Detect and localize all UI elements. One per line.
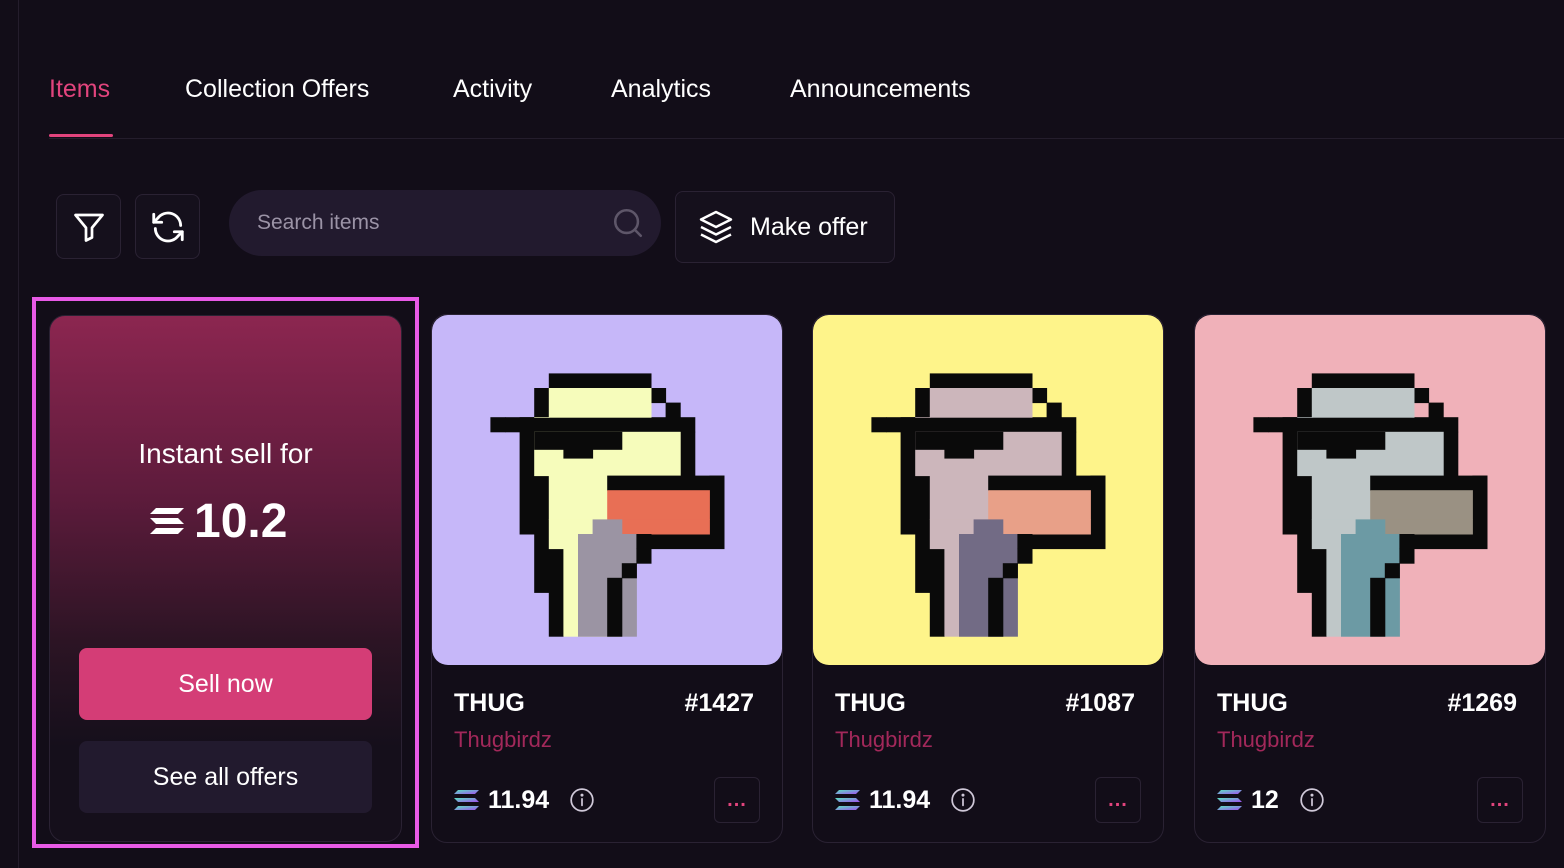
sell-now-button[interactable]: Sell now [79,648,372,720]
instant-sell-title: Instant sell for [138,438,313,469]
instant-sell-price: 10.2 [150,494,288,548]
nft-price: 11.94 [869,785,931,814]
nft-id: #1269 [1447,689,1517,717]
nft-price: 12 [1251,785,1279,814]
make-offer-button[interactable]: Make offer [675,191,895,263]
nft-price-row: 12 [1217,785,1325,815]
nft-name: THUG [835,689,906,717]
tab-analytics[interactable]: Analytics [611,74,711,104]
solana-icon [835,790,860,810]
nft-artwork [813,315,1163,665]
more-options-button[interactable]: ... [714,777,760,823]
nft-card[interactable]: THUG #1269 Thugbirdz 12 ... [1194,314,1546,843]
info-icon[interactable] [1299,787,1325,813]
info-icon[interactable] [950,787,976,813]
nft-collection-link[interactable]: Thugbirdz [454,727,552,753]
tab-bar: Items Collection Offers Activity Analyti… [49,0,1564,139]
nft-card[interactable]: THUG #1087 Thugbirdz 11.94 ... [812,314,1164,843]
nft-price-row: 11.94 [835,785,976,815]
left-divider [18,0,19,868]
nft-collection-link[interactable]: Thugbirdz [1217,727,1315,753]
nft-artwork [432,315,782,665]
search-input[interactable] [257,211,611,235]
make-offer-label: Make offer [750,212,868,241]
more-options-button[interactable]: ... [1095,777,1141,823]
nft-id: #1087 [1065,689,1135,717]
more-options-button[interactable]: ... [1477,777,1523,823]
filter-button[interactable] [56,194,121,259]
nft-price: 11.94 [488,785,550,814]
search-icon [613,208,643,238]
solana-icon [454,790,479,810]
refresh-icon [151,211,184,242]
tab-activity[interactable]: Activity [453,74,532,104]
info-icon[interactable] [569,787,595,813]
nft-image[interactable] [432,315,782,665]
nft-id: #1427 [684,689,754,717]
see-all-offers-button[interactable]: See all offers [79,741,372,813]
solana-icon [1217,790,1242,810]
nft-price-row: 11.94 [454,785,595,815]
filter-icon [73,213,104,242]
layers-icon [699,210,733,244]
nft-artwork [1195,315,1545,665]
solana-icon [150,508,184,534]
tab-collection-offers[interactable]: Collection Offers [185,74,369,104]
nft-name: THUG [1217,689,1288,717]
nft-name: THUG [454,689,525,717]
nft-image[interactable] [1195,315,1545,665]
active-tab-indicator [49,134,113,137]
tab-announcements[interactable]: Announcements [790,74,971,104]
nft-image[interactable] [813,315,1163,665]
tab-items[interactable]: Items [49,74,110,104]
nft-card[interactable]: THUG #1427 Thugbirdz 11.94 ... [431,314,783,843]
instant-sell-amount: 10.2 [194,494,288,548]
search-box [229,190,661,256]
nft-collection-link[interactable]: Thugbirdz [835,727,933,753]
refresh-button[interactable] [135,194,200,259]
